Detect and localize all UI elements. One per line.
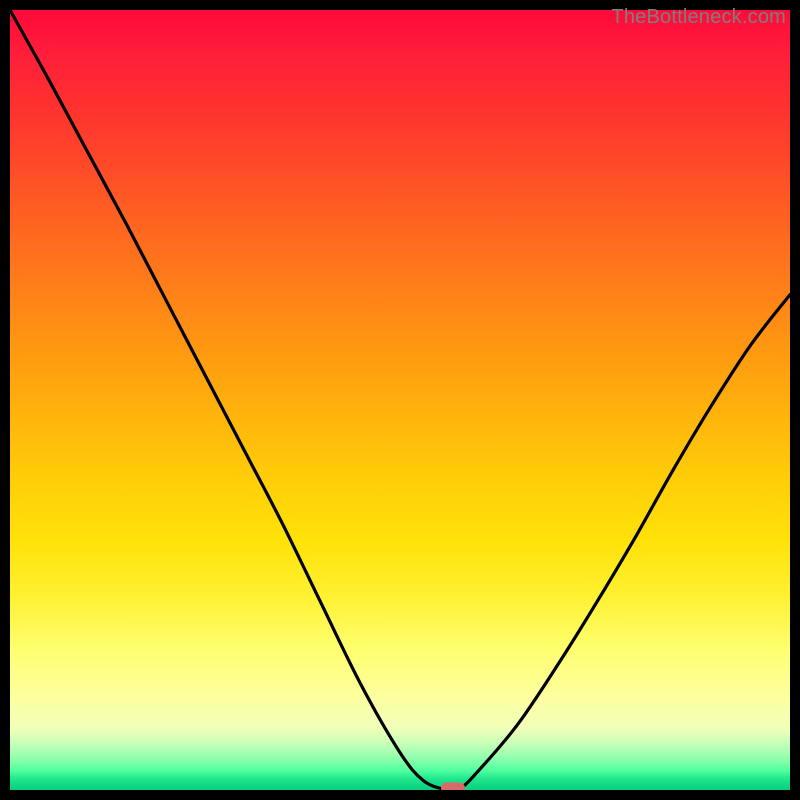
plot-area (10, 10, 790, 790)
optimum-marker (441, 782, 465, 790)
bottleneck-curve (10, 10, 790, 790)
watermark-text: TheBottleneck.com (611, 6, 786, 29)
chart-frame: TheBottleneck.com (0, 0, 800, 800)
